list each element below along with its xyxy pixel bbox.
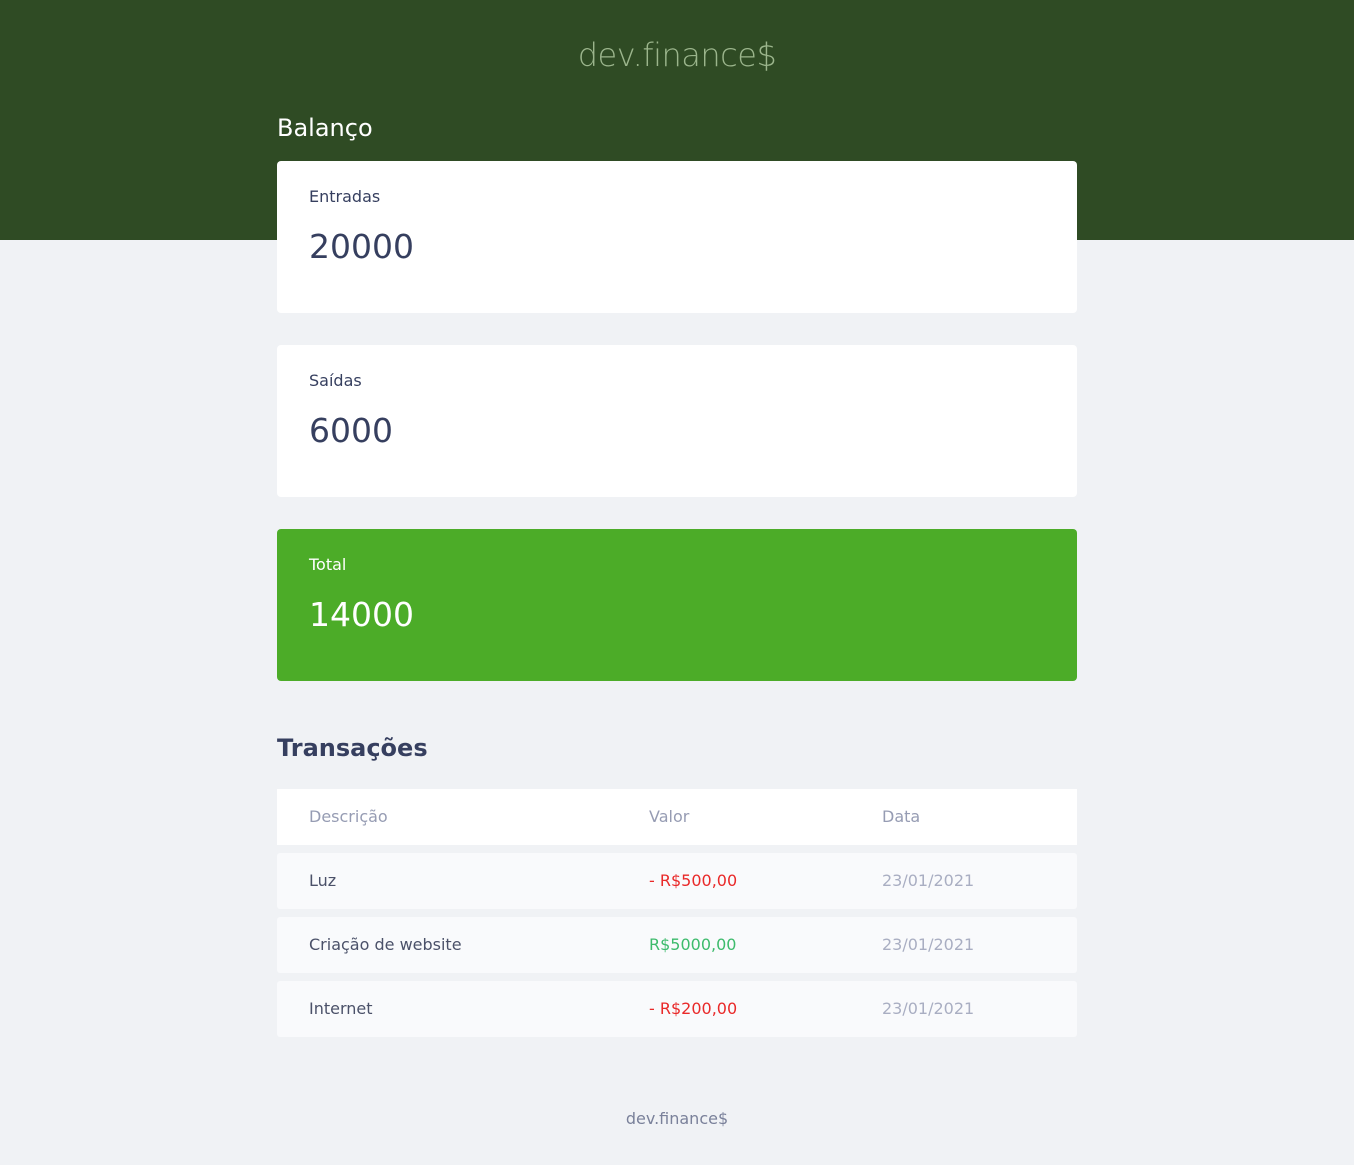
expense-value: 6000 — [309, 411, 393, 450]
balance-title: Balanço — [277, 114, 373, 142]
expense-card: Saídas 6000 — [277, 345, 1077, 497]
transaction-amount: - R$500,00 — [649, 871, 738, 890]
transaction-amount: - R$200,00 — [649, 999, 738, 1018]
transaction-description: Criação de website — [309, 935, 462, 954]
total-label: Total — [309, 555, 347, 574]
transactions-title: Transações — [277, 734, 428, 762]
transaction-description: Luz — [309, 871, 337, 890]
table-row[interactable]: Luz - R$500,00 23/01/2021 — [277, 853, 1077, 909]
expense-label: Saídas — [309, 371, 362, 390]
transaction-date: 23/01/2021 — [882, 999, 975, 1018]
column-header-amount: Valor — [649, 807, 690, 826]
table-row[interactable]: Criação de website R$5000,00 23/01/2021 — [277, 917, 1077, 973]
income-label: Entradas — [309, 187, 381, 206]
transaction-date: 23/01/2021 — [882, 871, 975, 890]
transaction-date: 23/01/2021 — [882, 935, 975, 954]
transactions-table-header: Descrição Valor Data — [277, 789, 1077, 845]
column-header-description: Descrição — [309, 807, 388, 826]
column-header-date: Data — [882, 807, 921, 826]
income-value: 20000 — [309, 227, 414, 266]
total-value: 14000 — [309, 595, 414, 634]
income-card: Entradas 20000 — [277, 161, 1077, 313]
app-logo: dev.finance$ — [577, 36, 777, 74]
transaction-amount: R$5000,00 — [649, 935, 737, 954]
table-row[interactable]: Internet - R$200,00 23/01/2021 — [277, 981, 1077, 1037]
total-card: Total 14000 — [277, 529, 1077, 681]
transaction-description: Internet — [309, 999, 373, 1018]
page-footer: dev.finance$ — [625, 1109, 729, 1128]
